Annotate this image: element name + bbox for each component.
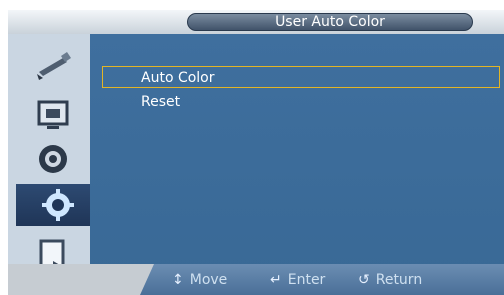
enter-hint: ↵ Enter: [270, 272, 325, 288]
enter-label: Enter: [287, 272, 326, 288]
move-label: Move: [189, 272, 228, 288]
setup-icon[interactable]: [16, 184, 100, 226]
picture-icon[interactable]: [22, 46, 84, 88]
menu-item-reset[interactable]: Reset: [102, 91, 180, 113]
return-icon: ↺: [358, 272, 370, 288]
return-label: Return: [375, 272, 423, 288]
move-hint: ↕ Move: [172, 272, 227, 288]
menu-item-label: Auto Color: [141, 70, 215, 86]
category-sidebar: [8, 34, 100, 280]
updown-arrow-icon: ↕: [172, 272, 184, 288]
menu-item-label: Reset: [141, 94, 181, 110]
menu-title: User Auto Color: [187, 13, 473, 31]
screen-icon[interactable]: [22, 94, 84, 136]
sound-icon[interactable]: [22, 138, 84, 180]
menu-item-auto-color[interactable]: Auto Color: [102, 66, 500, 88]
enter-icon: ↵: [270, 272, 282, 288]
return-hint: ↺ Return: [358, 272, 422, 288]
